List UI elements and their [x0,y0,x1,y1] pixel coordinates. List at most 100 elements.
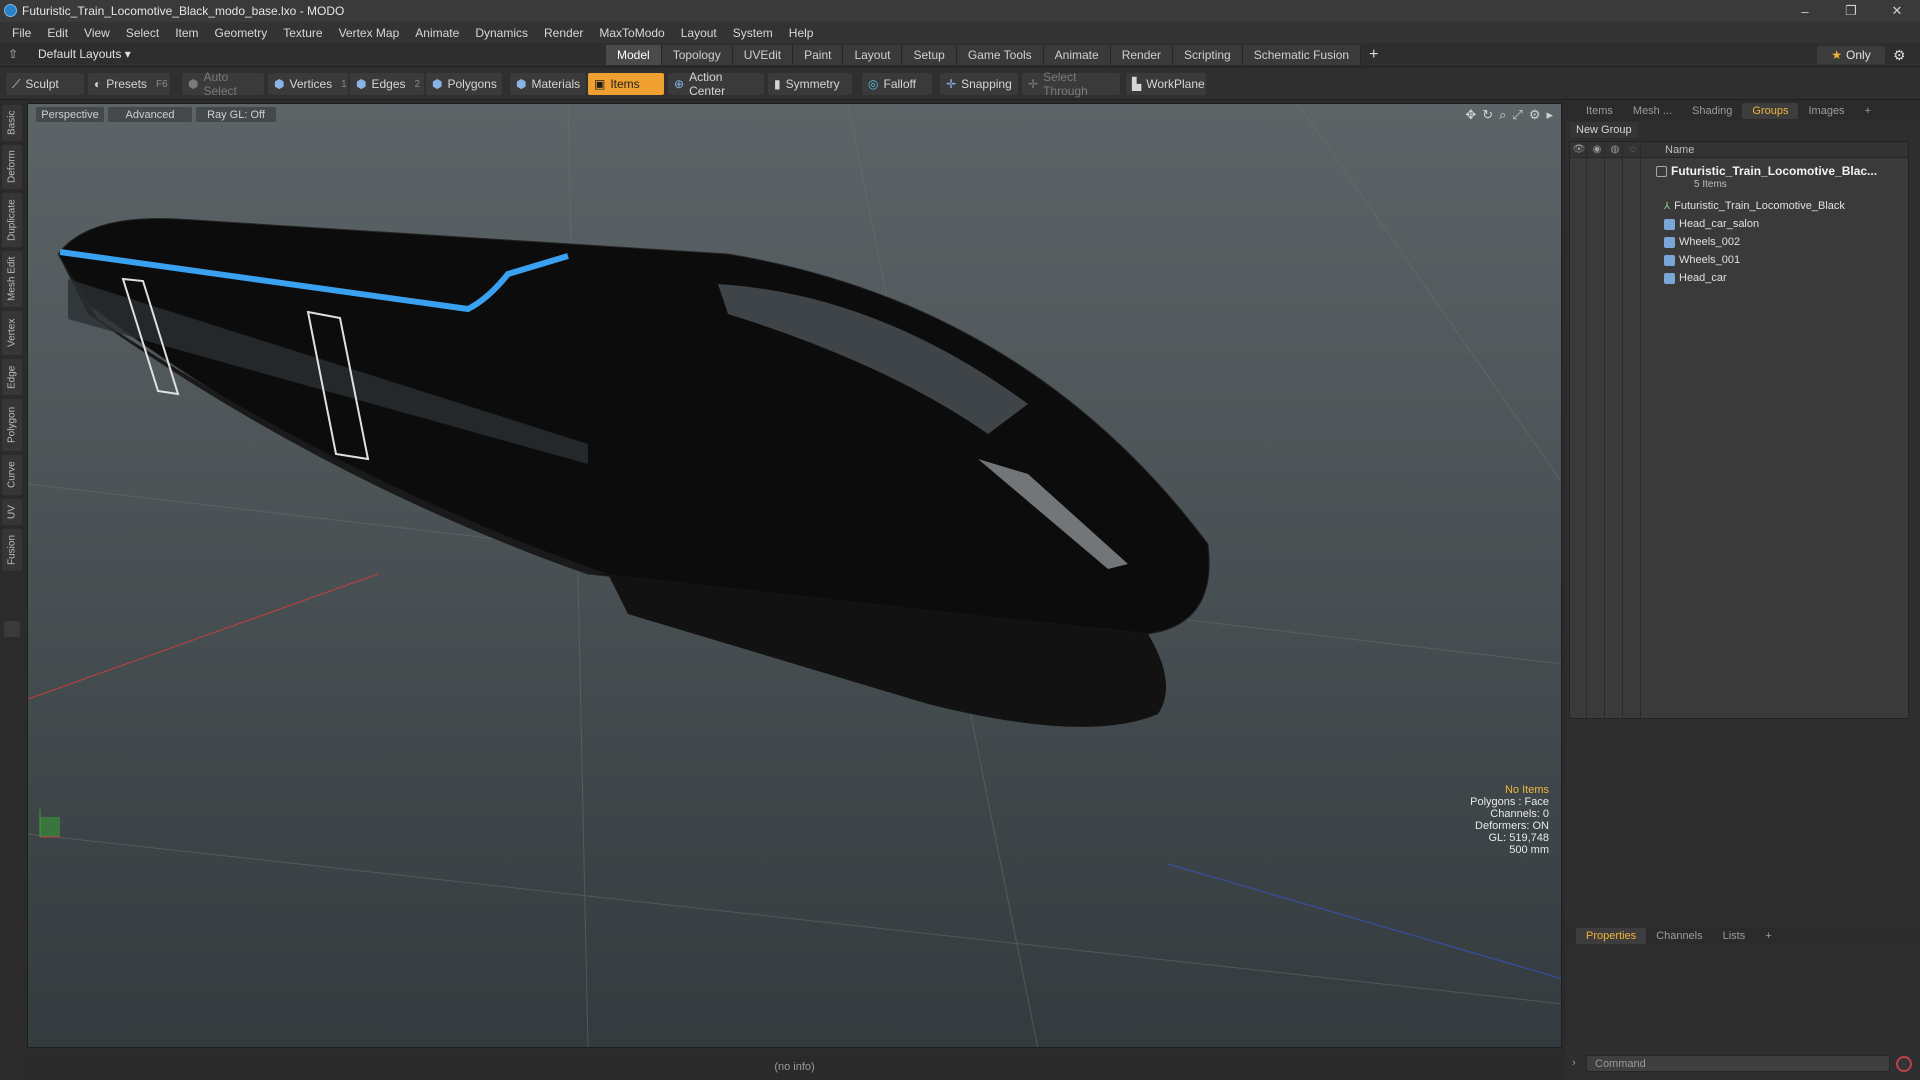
close-button[interactable]: ✕ [1874,0,1920,22]
menu-vertex-map[interactable]: Vertex Map [333,26,410,40]
tab-scripting[interactable]: Scripting [1173,45,1243,65]
vtab-fusion[interactable]: Fusion [2,529,22,571]
group-name: Futuristic_Train_Locomotive_Blac... [1671,164,1878,178]
polygons-button[interactable]: ⬢ Polygons [426,73,502,95]
symmetry-button[interactable]: ▮ Symmetry [768,73,852,95]
list-item[interactable]: Wheels_002 [1664,233,1740,251]
menu-system[interactable]: System [727,26,783,40]
3d-viewport[interactable]: Perspective Advanced Ray GL: Off ✥ ↻ ⌕ ⤢… [27,103,1562,1048]
vtab-vertex[interactable]: Vertex [2,311,22,355]
polygons-icon: ⬢ [432,77,443,91]
tab-items[interactable]: Items [1576,103,1623,119]
menu-help[interactable]: Help [783,26,824,40]
vtab-edge[interactable]: Edge [2,359,22,395]
tab-render[interactable]: Render [1110,45,1174,65]
layout-up-arrow-icon[interactable]: ⇧ [8,47,18,61]
shading-mode-dropdown[interactable]: Advanced [108,107,192,122]
tab-groups[interactable]: Groups [1742,103,1799,119]
tab-images[interactable]: Images [1798,103,1854,119]
visibility-column-icon[interactable]: 👁 [1572,144,1586,156]
rotate-icon[interactable]: ↻ [1482,107,1493,123]
list-item[interactable]: ⅄ Futuristic_Train_Locomotive_Black [1664,197,1845,215]
tab-animate[interactable]: Animate [1043,45,1111,65]
select-through-button[interactable]: ✛ Select Through [1022,70,1120,98]
only-toggle[interactable]: ★ Only [1817,46,1885,64]
viewport-settings-icon[interactable]: ⚙ [1529,107,1541,123]
vtab-basic[interactable]: Basic [2,105,22,141]
menu-file[interactable]: File [6,26,41,40]
command-input[interactable]: Command [1586,1055,1890,1072]
vtab-deform[interactable]: Deform [2,145,22,189]
menu-maxtomodo[interactable]: MaxToModo [593,26,674,40]
command-history-button[interactable] [1896,1056,1912,1072]
tab-uvedit[interactable]: UVEdit [732,45,794,65]
symmetry-icon: ▮ [774,77,781,91]
list-item[interactable]: Head_car [1664,269,1727,287]
minimize-button[interactable]: – [1782,0,1828,22]
vtab-mesh-edit[interactable]: Mesh Edit [2,251,22,307]
materials-button[interactable]: ⬢ Materials [510,73,586,95]
tab-schematic-fusion[interactable]: Schematic Fusion [1242,45,1362,65]
menu-item[interactable]: Item [169,26,208,40]
items-button[interactable]: ▣ Items [588,73,664,95]
tab-topology[interactable]: Topology [661,45,733,65]
tab-game-tools[interactable]: Game Tools [956,45,1044,65]
presets-button[interactable]: ◐ Presets F6 [88,73,170,95]
vtab-duplicate[interactable]: Duplicate [2,193,22,247]
tab-shading[interactable]: Shading [1682,103,1742,119]
z-axis-line [1167,863,1561,979]
add-properties-tab-button[interactable]: + [1755,928,1781,944]
vtab-curve[interactable]: Curve [2,455,22,495]
menu-edit[interactable]: Edit [41,26,78,40]
render-column-icon[interactable]: ◉ [1590,144,1604,156]
menu-layout[interactable]: Layout [675,26,727,40]
layout-selector[interactable]: Default Layouts ▾ [38,47,131,61]
menu-dynamics[interactable]: Dynamics [469,26,538,40]
menu-animate[interactable]: Animate [409,26,469,40]
list-item[interactable]: Head_car_salon [1664,215,1759,233]
panel-toggle-button[interactable] [4,621,20,637]
tab-layout[interactable]: Layout [843,45,903,65]
snapping-button[interactable]: ✛ Snapping [940,73,1018,95]
tab-lists[interactable]: Lists [1713,928,1756,944]
auto-select-button[interactable]: ⬢ Auto Select [182,70,264,98]
new-group-button[interactable]: New Group [1570,122,1638,138]
viewport-menu-arrow-icon[interactable]: ▸ [1546,107,1553,123]
menu-view[interactable]: View [78,26,120,40]
add-panel-tab-button[interactable]: + [1855,103,1881,119]
menu-select[interactable]: Select [120,26,169,40]
polygons-label: Polygons [447,77,497,91]
menu-texture[interactable]: Texture [277,26,332,40]
materials-icon: ⬢ [516,77,527,91]
raygl-toggle[interactable]: Ray GL: Off [196,107,276,122]
falloff-button[interactable]: ◎ Falloff [862,73,932,95]
zoom-icon[interactable]: ⌕ [1499,107,1506,123]
select-column-icon[interactable]: ◌ [1626,144,1640,156]
pan-icon[interactable]: ✥ [1465,107,1476,123]
vertices-button[interactable]: ⬢ Vertices 1 [268,73,348,95]
menu-render[interactable]: Render [538,26,593,40]
workplane-button[interactable]: ▙ WorkPlane [1126,73,1206,95]
lock-column-icon[interactable]: ◍ [1608,144,1622,156]
group-row[interactable]: Futuristic_Train_Locomotive_Blac... [1656,162,1877,180]
list-item[interactable]: Wheels_001 [1664,251,1740,269]
vtab-uv[interactable]: UV [2,499,22,525]
menu-geometry[interactable]: Geometry [209,26,278,40]
edges-button[interactable]: ⬢ Edges 2 [350,73,424,95]
tab-setup[interactable]: Setup [902,45,957,65]
tab-properties[interactable]: Properties [1576,928,1647,944]
action-center-button[interactable]: ⊕ Action Center [668,70,764,98]
tab-channels[interactable]: Channels [1646,928,1712,944]
add-tab-button[interactable]: + [1361,45,1386,65]
tab-model[interactable]: Model [606,45,662,65]
vtab-polygon[interactable]: Polygon [2,399,22,451]
sculpt-button[interactable]: ⟋ Sculpt [6,73,84,95]
name-column-header[interactable]: Name [1665,144,1694,156]
gear-icon[interactable]: ⚙ [1893,47,1906,64]
tab-paint[interactable]: Paint [793,45,844,65]
maximize-button[interactable]: ❐ [1828,0,1874,22]
tab-mesh[interactable]: Mesh ... [1623,103,1682,119]
action-center-label: Action Center [689,70,726,98]
fit-icon[interactable]: ⤢ [1512,107,1522,123]
view-mode-dropdown[interactable]: Perspective [36,107,104,122]
